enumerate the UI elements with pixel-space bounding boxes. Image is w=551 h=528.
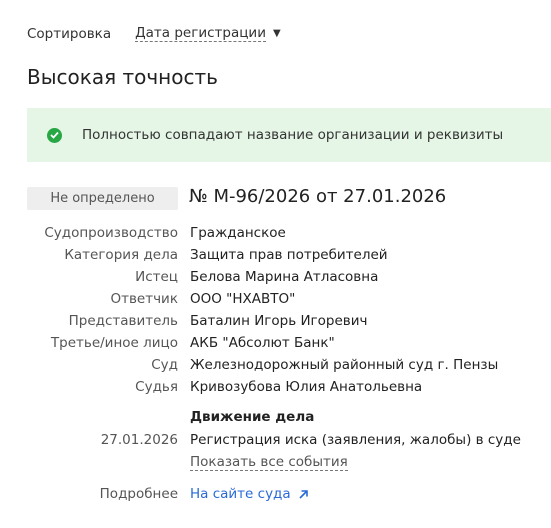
detail-value: Баталин Игорь Игоревич [190,313,368,329]
detail-key: Судопроизводство [44,225,178,241]
status-badge: Не определено [27,187,178,210]
show-all-events-link[interactable]: Показать все события [190,454,348,471]
case-number: № М-96/2026 от 27.01.2026 [189,186,447,207]
detail-row: Судопроизводство Гражданское [0,222,551,244]
detail-value: ООО "НХАВТО" [190,291,296,307]
detail-key: Истец [135,269,178,285]
case-details: Судопроизводство Гражданское Категория д… [0,222,551,398]
detail-row: Суд Железнодорожный районный суд г. Пенз… [0,354,551,376]
court-site-link-label[interactable]: На сайте суда [190,486,291,502]
detail-key: Третье/иное лицо [50,335,178,351]
court-site-link[interactable]: На сайте суда [190,486,309,502]
match-banner: Полностью совпадают название организации… [27,108,551,162]
detail-value: Защита прав потребителей [190,247,388,263]
detail-value: Железнодорожный районный суд г. Пензы [190,357,499,373]
detail-row: Категория дела Защита прав потребителей [0,244,551,266]
detail-row: Ответчик ООО "НХАВТО" [0,288,551,310]
detail-value: Белова Марина Атласовна [190,269,379,285]
event-date: 27.01.2026 [100,432,178,448]
section-title: Высокая точность [27,65,218,89]
sort-label: Сортировка [27,25,112,42]
detail-key: Суд [151,357,178,373]
detail-key: Судья [135,379,178,395]
detail-value: Кривозубова Юлия Анатольевна [190,379,423,395]
detail-value: Гражданское [190,225,286,241]
detail-key: Ответчик [110,291,178,307]
external-link-icon[interactable] [298,489,309,500]
detail-row: Представитель Баталин Игорь Игоревич [0,310,551,332]
more-label: Подробнее [99,486,178,502]
banner-text: Полностью совпадают название организации… [82,127,504,143]
detail-row: Истец Белова Марина Атласовна [0,266,551,288]
sort-control: Сортировка Дата регистрации ▼ [27,25,281,42]
detail-key: Категория дела [64,247,178,263]
event-text: Регистрация иска (заявления, жалобы) в с… [190,432,521,448]
chevron-down-icon[interactable]: ▼ [273,28,281,39]
detail-row: Третье/иное лицо АКБ "Абсолют Банк" [0,332,551,354]
check-circle-icon [47,127,62,143]
detail-row: Судья Кривозубова Юлия Анатольевна [0,376,551,398]
sort-dropdown[interactable]: Дата регистрации ▼ [135,25,281,42]
case-movement-title: Движение дела [190,409,315,425]
sort-selected-value[interactable]: Дата регистрации [135,25,266,42]
detail-value: АКБ "Абсолют Банк" [190,335,335,351]
detail-key: Представитель [68,313,178,329]
